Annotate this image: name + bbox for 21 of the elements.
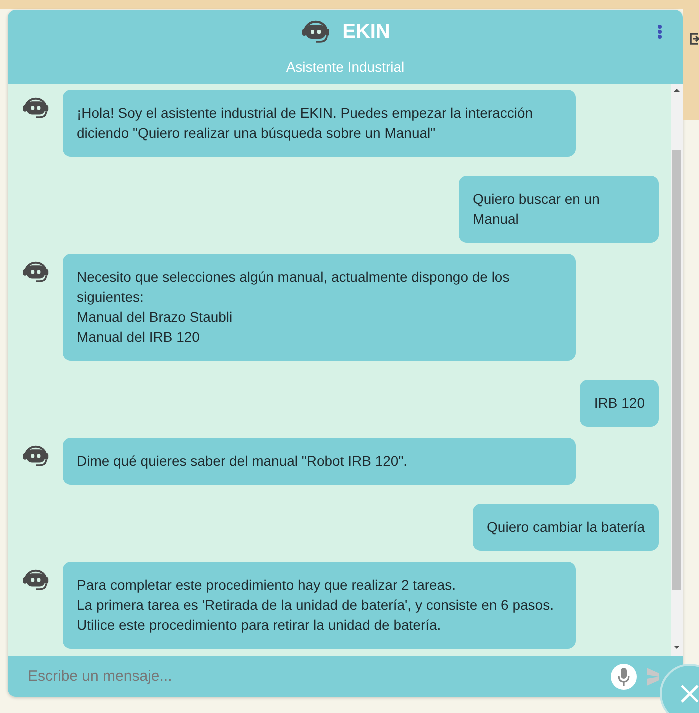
bot-message: Para completar este procedimiento hay que realizar 2 tareas. La primera tarea es 'Retirada de la unidad de batería', y consiste en 6 pasos. Utilice este procedimiento para retirar la unidad de batería.: [63, 562, 576, 649]
user-message: IRB 120: [580, 380, 659, 427]
message-field[interactable]: Escribe un mensaje...: [8, 656, 683, 697]
scrollbar[interactable]: [671, 84, 683, 656]
bot-message: Necesito que selecciones algún manual, actualmente dispongo de los siguientes: Manual del Brazo Staubli Manual del IRB 120: [63, 254, 576, 361]
microphone-icon: [618, 668, 630, 686]
bot-avatar-icon: [22, 261, 50, 284]
bot-message: ¡Hola! Soy el asistente industrial de EKIN. Puedes empezar la interacción diciendo "Quiero realizar una búsqueda sobre un Manual": [63, 90, 576, 157]
exit-icon[interactable]: [689, 33, 699, 45]
user-message: Quiero buscar en un Manual: [459, 176, 659, 243]
user-message: Quiero cambiar la batería: [473, 504, 659, 551]
bot-avatar-icon: [22, 97, 50, 120]
microphone-button[interactable]: [611, 664, 637, 690]
close-icon: [680, 684, 699, 704]
bot-avatar-icon: [22, 569, 50, 592]
chat-title: EKIN: [342, 20, 390, 44]
chat-subtitle: Asistente Industrial: [286, 59, 405, 75]
bot-avatar-icon: [22, 445, 50, 468]
robot-headset-icon: [300, 20, 331, 44]
message-input[interactable]: Escribe un mensaje...: [26, 667, 601, 686]
bot-message: Dime qué quieres saber del manual "Robot IRB 120".: [63, 438, 576, 485]
